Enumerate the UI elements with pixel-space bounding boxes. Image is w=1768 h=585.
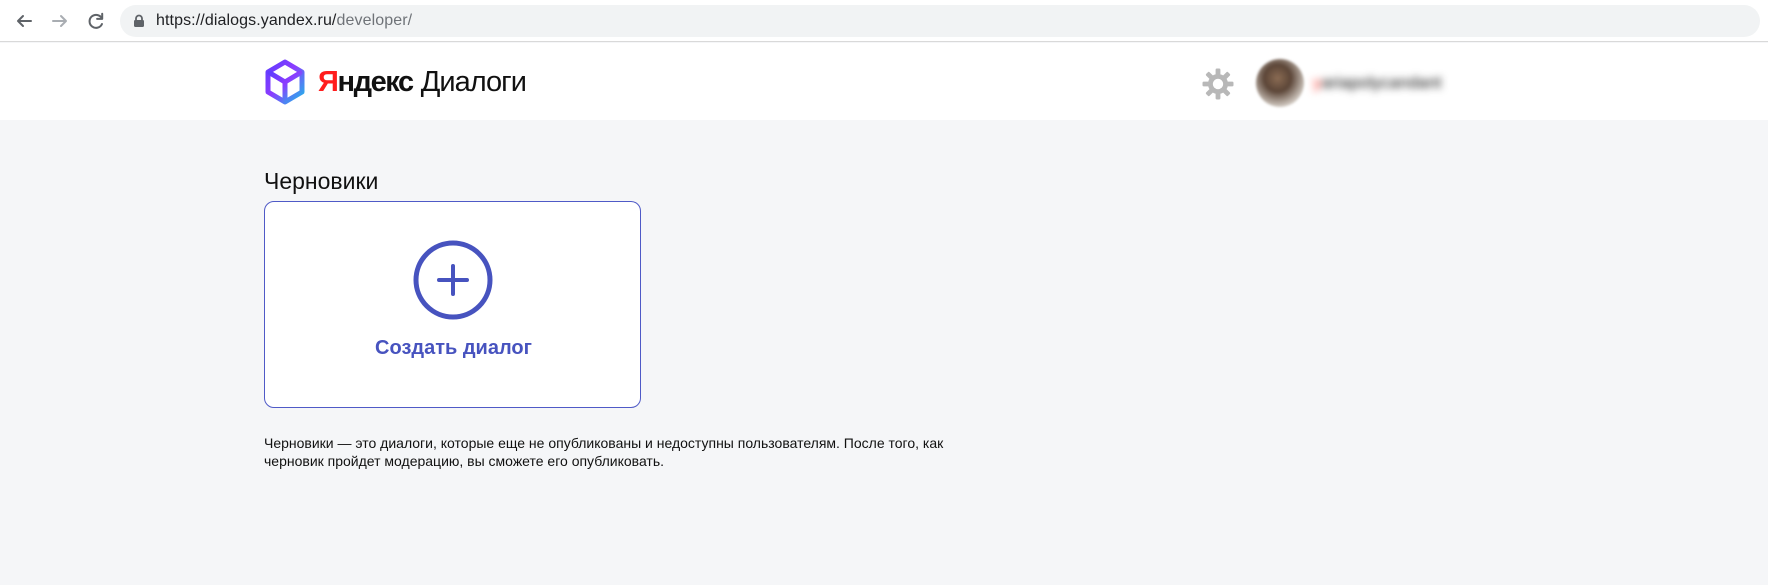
plus-circle-icon [413,240,493,320]
url-host: https://dialogs.yandex.ru/ [156,12,337,29]
gear-icon[interactable] [1200,66,1236,102]
back-button[interactable] [12,9,36,33]
brand-dialogs-text: Диалоги [420,65,527,98]
create-dialog-card[interactable]: Создать диалог [264,201,641,408]
create-dialog-label: Создать диалог [375,337,532,359]
user-avatar[interactable] [1256,59,1304,107]
cube-logo-icon [265,59,305,105]
url-path: developer/ [336,12,413,29]
username-first-char: у [1313,73,1322,92]
reload-icon [88,12,104,29]
brand-yandex-text: Яндекс [318,65,414,98]
url-text[interactable]: https://dialogs.yandex.ru/developer/ [156,12,412,30]
brand-yandex-rest: ндекс [337,65,414,98]
arrow-left-icon [17,15,32,27]
lock-icon [132,14,146,28]
forward-button[interactable] [48,9,72,33]
username[interactable]: уariapolycandant [1313,73,1442,93]
arrow-right-icon [52,15,67,27]
drafts-description: Черновики — это диалоги, которые еще не … [264,435,944,469]
reload-button[interactable] [84,9,108,33]
yandex-dialogs-logo[interactable]: Яндекс Диалоги [264,59,527,105]
address-bar[interactable]: https://dialogs.yandex.ru/developer/ [120,5,1760,37]
username-rest: ariapolycandant [1321,73,1442,92]
browser-toolbar: https://dialogs.yandex.ru/developer/ [0,0,1768,42]
brand-yandex-first-letter: Я [318,65,339,98]
site-header: Яндекс Диалоги уariapolycandant [0,43,1768,120]
page-title: Черновики [264,168,379,195]
